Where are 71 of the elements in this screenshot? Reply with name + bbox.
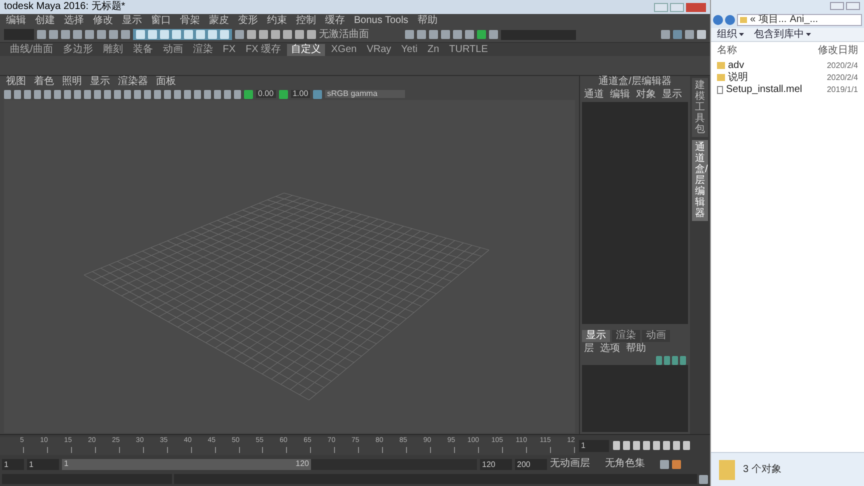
panel-menu-item[interactable]: 渲染器 xyxy=(118,77,148,87)
range-slider-fill[interactable]: 1 120 xyxy=(62,458,311,470)
folder-icon xyxy=(719,460,735,480)
side-tab[interactable]: 通道盒/层编辑器 xyxy=(692,140,708,221)
exposure-value[interactable]: 0.00 xyxy=(256,90,276,98)
end-field[interactable]: 120 xyxy=(480,458,512,470)
file-name[interactable]: 说明 xyxy=(728,72,824,82)
shelf-tab[interactable]: 自定义 xyxy=(287,44,326,56)
layer-menu-item[interactable]: 选项 xyxy=(600,344,620,354)
range-start-field[interactable]: 1 xyxy=(27,458,59,470)
caret-icon xyxy=(739,33,744,36)
layer-tab[interactable]: 动画 xyxy=(642,330,670,342)
file-date: 2019/1/1 xyxy=(826,86,858,94)
panel-title: 通道盒/层编辑器 xyxy=(598,77,672,87)
panel-menu-item[interactable]: 着色 xyxy=(34,77,54,87)
file-icon xyxy=(717,86,723,94)
panel-menu-item[interactable]: 面板 xyxy=(156,77,176,87)
anim-layer-dropdown[interactable]: 无动画层 xyxy=(550,459,602,469)
menu-item[interactable]: 编辑 xyxy=(6,16,26,26)
range-start-label: 1 xyxy=(64,460,68,468)
status-text: 3 个对象 xyxy=(743,464,782,474)
menu-item[interactable]: 修改 xyxy=(93,16,113,26)
channel-menu-item[interactable]: 通道 xyxy=(584,90,604,100)
layer-menu-item[interactable]: 帮助 xyxy=(626,344,646,354)
caret-icon xyxy=(806,33,811,36)
panel-menu-item[interactable]: 视图 xyxy=(6,77,26,87)
panel-menu-item[interactable]: 照明 xyxy=(62,77,82,87)
max-field[interactable]: 200 xyxy=(515,458,547,470)
file-name[interactable]: adv xyxy=(728,60,824,70)
menu-item[interactable]: 控制 xyxy=(296,16,316,26)
input-field[interactable] xyxy=(501,30,576,40)
color-space-dropdown[interactable]: sRGB gamma xyxy=(325,90,406,98)
channel-menu-item[interactable]: 对象 xyxy=(636,90,656,100)
layer-menu-item[interactable]: 层 xyxy=(584,344,594,354)
surface-label: 无激活曲面 xyxy=(319,30,369,40)
menu-item[interactable]: 显示 xyxy=(122,16,142,26)
column-header[interactable]: 修改日期 xyxy=(818,46,858,56)
menu-item[interactable]: Bonus Tools xyxy=(354,16,408,26)
range-slider[interactable]: 1 120 xyxy=(62,458,477,470)
menu-item[interactable]: 帮助 xyxy=(417,16,438,26)
menu-item[interactable]: 创建 xyxy=(35,16,55,26)
gamma-value[interactable]: 1.00 xyxy=(290,90,310,98)
panel-menu-item[interactable]: 显示 xyxy=(90,77,110,87)
menu-item[interactable]: 蒙皮 xyxy=(209,16,229,26)
current-frame-field[interactable]: 1 xyxy=(579,440,609,452)
address-bar[interactable]: « 项目... Ani_... xyxy=(737,14,862,26)
breadcrumb-item[interactable]: Ani_... xyxy=(790,15,818,25)
channel-menu-item[interactable]: 显示 xyxy=(662,90,682,100)
range-end-label: 120 xyxy=(296,460,309,468)
column-header[interactable]: 名称 xyxy=(717,46,737,56)
folder-icon xyxy=(740,17,747,23)
channel-menu-item[interactable]: 编辑 xyxy=(610,90,630,100)
character-set-dropdown[interactable]: 无角色集 xyxy=(605,459,657,469)
file-name[interactable]: Setup_install.mel xyxy=(726,84,824,94)
menu-set-dropdown[interactable] xyxy=(4,29,34,40)
toolbar-button[interactable]: 组织 xyxy=(717,30,744,40)
menu-item[interactable]: 骨架 xyxy=(180,16,200,26)
side-tab[interactable]: 建模工具包 xyxy=(692,78,708,137)
menu-item[interactable]: 缓存 xyxy=(325,16,345,26)
window-title: todesk Maya 2016: 无标题* xyxy=(4,2,126,12)
menu-item[interactable]: 变形 xyxy=(238,16,258,26)
layer-tab[interactable]: 渲染 xyxy=(612,330,640,342)
menu-item[interactable]: 窗口 xyxy=(151,16,171,26)
layer-tab[interactable]: 显示 xyxy=(582,330,610,342)
toolbar-button[interactable]: 包含到库中 xyxy=(754,30,811,40)
menu-item[interactable]: 约束 xyxy=(267,16,287,26)
breadcrumb-item[interactable]: « 项目... xyxy=(750,15,787,25)
menu-item[interactable]: 选择 xyxy=(64,16,84,26)
file-date: 2020/2/4 xyxy=(826,74,858,82)
file-date: 2020/2/4 xyxy=(826,62,858,70)
start-field[interactable]: 1 xyxy=(2,458,24,470)
